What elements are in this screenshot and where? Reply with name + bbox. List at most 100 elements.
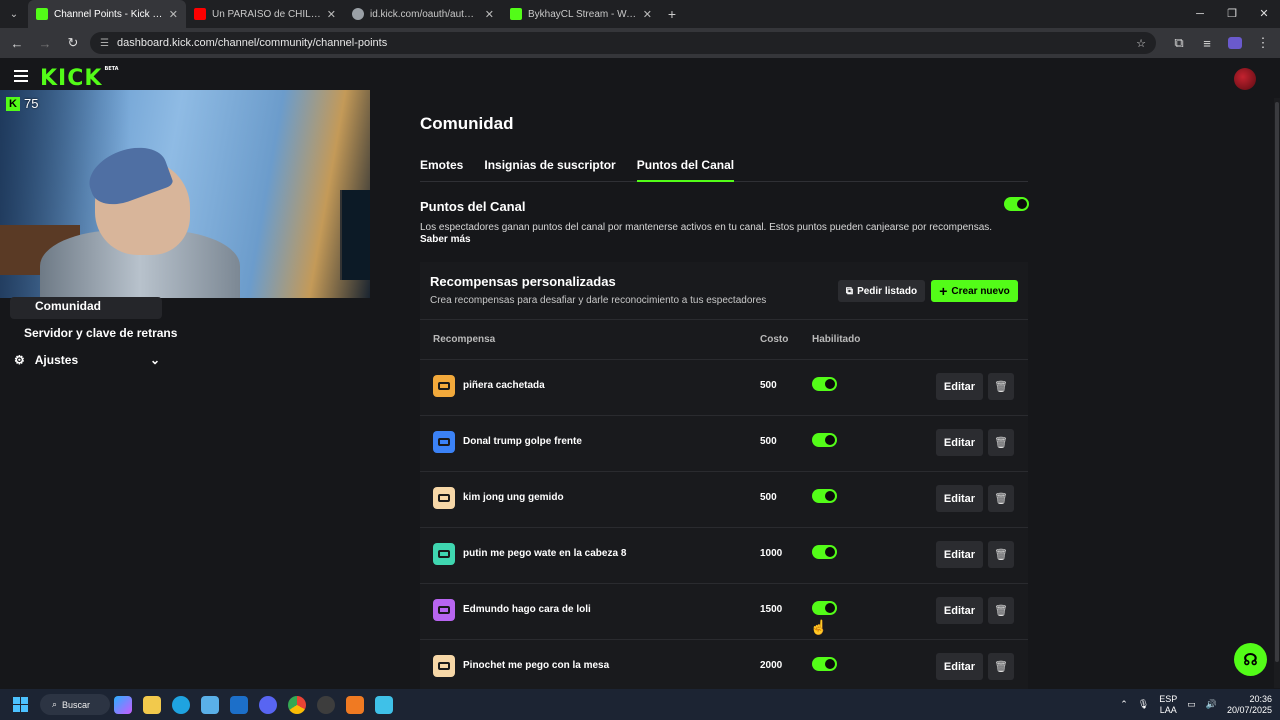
tab-search-chevron-icon[interactable]: ⌄ — [0, 0, 28, 28]
store-app-icon[interactable] — [201, 696, 219, 714]
reward-gift-icon — [433, 599, 455, 621]
bookmark-star-icon[interactable]: ☆ — [1136, 37, 1146, 50]
reward-row: Donal trump golpe frente 500 Editar 🗑 — [420, 416, 1028, 472]
delete-trash-icon[interactable]: 🗑 — [988, 653, 1014, 680]
help-support-button[interactable]: ☊ — [1234, 643, 1267, 676]
edit-reward-button[interactable]: Editar — [936, 541, 983, 568]
plus-icon: + — [939, 283, 948, 299]
delete-trash-icon[interactable]: 🗑 — [988, 541, 1014, 568]
address-bar[interactable]: ☰ dashboard.kick.com/channel/community/c… — [90, 32, 1156, 54]
close-tab-icon[interactable]: ✕ — [643, 8, 652, 21]
close-tab-icon[interactable]: ✕ — [327, 8, 336, 21]
rewards-title: Recompensas personalizadas — [430, 274, 616, 289]
extensions-puzzle-icon[interactable]: ⧉ — [1168, 32, 1190, 54]
media-controls-icon[interactable]: ≡ — [1196, 32, 1218, 54]
notepad-app-icon[interactable] — [375, 696, 393, 714]
windows-start-icon[interactable] — [13, 697, 28, 712]
reward-enabled-toggle[interactable] — [812, 601, 837, 615]
create-new-button[interactable]: + Crear nuevo — [931, 280, 1018, 302]
tab-insignias[interactable]: Insignias de suscriptor — [484, 152, 615, 182]
request-list-button[interactable]: ⧉ Pedir listado — [838, 280, 925, 302]
reward-row: kim jong ung gemido 500 Editar 🗑 — [420, 472, 1028, 528]
close-tab-icon[interactable]: ✕ — [485, 8, 494, 21]
browser-toolbar: ← → ↻ ☰ dashboard.kick.com/channel/commu… — [0, 28, 1280, 58]
reload-icon[interactable]: ↻ — [62, 32, 84, 54]
kick-k-icon: K — [6, 96, 20, 111]
rewards-subtitle: Crea recompensas para desafiar y darle r… — [430, 295, 767, 306]
delete-trash-icon[interactable]: 🗑 — [988, 373, 1014, 400]
learn-more-link[interactable]: Saber más — [420, 234, 471, 245]
search-icon: ⌕ — [52, 699, 58, 709]
edit-reward-button[interactable]: Editar — [936, 373, 983, 400]
reward-enabled-toggle[interactable] — [812, 433, 837, 447]
reward-enabled-toggle[interactable] — [812, 377, 837, 391]
outlook-app-icon[interactable] — [230, 696, 248, 714]
reward-enabled-toggle[interactable] — [812, 657, 837, 671]
globe-favicon-icon — [352, 8, 364, 20]
browser-tab-bykhaycl-stream[interactable]: BykhayCL Stream - Watch Live o ✕ — [502, 0, 660, 28]
taskbar-clock[interactable]: 20:36 20/07/2025 — [1227, 694, 1272, 716]
hamburger-menu-icon[interactable] — [14, 70, 28, 82]
site-info-icon[interactable]: ☰ — [100, 38, 109, 49]
sidebar-item-label: Servidor y clave de retrans — [24, 326, 178, 340]
page-scrollbar[interactable] — [1274, 98, 1280, 688]
delete-trash-icon[interactable]: 🗑 — [988, 485, 1014, 512]
delete-trash-icon[interactable]: 🗑 — [988, 597, 1014, 624]
browser-menu-kebab-icon[interactable]: ⋮ — [1252, 32, 1274, 54]
file-explorer-icon[interactable] — [143, 696, 161, 714]
headset-icon: ☊ — [1243, 651, 1258, 669]
edit-reward-button[interactable]: Editar — [936, 485, 983, 512]
discord-app-icon[interactable] — [259, 696, 277, 714]
browser-tab-kick-dashboard[interactable]: Channel Points - Kick Dashboard ✕ — [28, 0, 186, 28]
sidebar-item-servidor[interactable]: Servidor y clave de retrans — [24, 326, 177, 340]
reward-row: putin me pego wate en la cabeza 8 1000 Edi… — [420, 528, 1028, 584]
reward-enabled-toggle[interactable] — [812, 545, 837, 559]
chrome-app-icon[interactable] — [288, 696, 306, 714]
edit-reward-button[interactable]: Editar — [936, 653, 983, 680]
back-arrow-icon[interactable]: ← — [6, 32, 28, 54]
tab-puntos-del-canal[interactable]: Puntos del Canal — [636, 152, 735, 182]
close-window-icon[interactable]: ✕ — [1248, 0, 1280, 28]
sidebar-item-label: Ajustes — [34, 353, 79, 367]
edge-browser-icon[interactable] — [172, 696, 190, 714]
new-tab-plus-icon[interactable]: + — [660, 6, 684, 22]
section-description: Los espectadores ganan puntos del canal … — [420, 222, 993, 233]
column-header-cost: Costo — [760, 334, 789, 345]
reward-name: piñera cachetada — [463, 380, 545, 391]
taskbar-search[interactable]: ⌕ Buscar — [40, 694, 110, 715]
volume-icon[interactable]: 🔊 — [1206, 699, 1217, 710]
sidebar-item-ajustes[interactable]: ⚙ Ajustes ⌄ — [14, 353, 160, 367]
user-avatar[interactable] — [1234, 68, 1256, 90]
reward-name: Edmundo hago cara de loli — [463, 604, 591, 615]
close-tab-icon[interactable]: ✕ — [169, 8, 178, 21]
browser-tab-oauth[interactable]: id.kick.com/oauth/authorize?re ✕ — [344, 0, 502, 28]
tab-title: Channel Points - Kick Dashboard — [54, 8, 163, 20]
edit-reward-button[interactable]: Editar — [936, 429, 983, 456]
language-indicator[interactable]: ESP LAA — [1159, 694, 1177, 716]
chevron-down-icon: ⌄ — [149, 353, 160, 367]
obs-app-icon[interactable] — [317, 696, 335, 714]
restore-icon[interactable]: ❐ — [1216, 0, 1248, 28]
mouse-cursor-icon: ☝ — [810, 619, 827, 635]
kick-favicon-icon — [36, 8, 48, 20]
copilot-app-icon[interactable] — [114, 696, 132, 714]
window-controls: ─ ❐ ✕ — [1184, 0, 1280, 28]
network-icon[interactable]: ▭ — [1187, 699, 1196, 710]
reward-cost: 2000 — [760, 660, 783, 671]
youtube-favicon-icon — [194, 8, 206, 20]
sidebar-item-comunidad[interactable]: Comunidad — [10, 297, 162, 319]
chevron-up-icon[interactable]: ⌃ — [1120, 699, 1128, 710]
kick-logo[interactable]: KICK BETA — [40, 66, 119, 91]
profile-avatar-icon[interactable] — [1224, 32, 1246, 54]
forward-arrow-icon[interactable]: → — [34, 32, 56, 54]
channel-points-toggle[interactable] — [1004, 197, 1029, 211]
app-icon[interactable] — [346, 696, 364, 714]
delete-trash-icon[interactable]: 🗑 — [988, 429, 1014, 456]
microphone-icon[interactable]: 🎙 — [1138, 699, 1149, 710]
reward-enabled-toggle[interactable] — [812, 489, 837, 503]
viewer-count: 75 — [24, 96, 39, 111]
edit-reward-button[interactable]: Editar — [936, 597, 983, 624]
browser-tab-youtube[interactable]: Un PARAÍSO de CHILENAS! ASÍ ✕ — [186, 0, 344, 28]
minimize-icon[interactable]: ─ — [1184, 0, 1216, 28]
tab-emotes[interactable]: Emotes — [420, 152, 463, 182]
